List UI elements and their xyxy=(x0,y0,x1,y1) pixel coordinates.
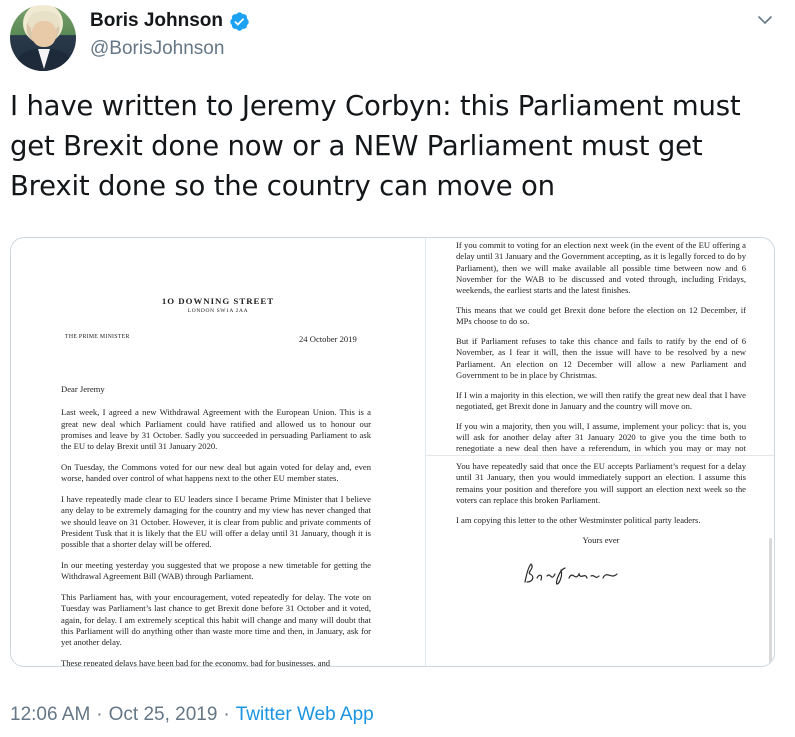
letter-paragraph: This means that we could get Brexit done… xyxy=(456,304,746,327)
tweet-time[interactable]: 12:06 AM xyxy=(10,704,90,726)
letterhead: 1O DOWNING STREET LONDON SW1A 2AA xyxy=(11,296,425,314)
media-scrollbar[interactable] xyxy=(769,538,772,666)
letter-paragraph: But if Parliament refuses to take this c… xyxy=(456,336,746,380)
letter-page-right: If you commit to voting for an election … xyxy=(426,238,774,666)
tweet-source-link[interactable]: Twitter Web App xyxy=(236,704,374,726)
letterhead-address: LONDON SW1A 2AA xyxy=(187,308,249,314)
letter-paragraph: If I win a majority in this election, we… xyxy=(456,389,746,412)
tweet-media-letter[interactable]: 1O DOWNING STREET LONDON SW1A 2AA THE PR… xyxy=(10,237,775,667)
letter-body-right-bottom: You have repeatedly said that once the E… xyxy=(456,461,746,556)
avatar-face xyxy=(32,21,56,47)
chevron-down-icon[interactable] xyxy=(757,12,773,28)
profile-avatar[interactable] xyxy=(10,5,76,71)
letter-paragraph: You have repeatedly said that once the E… xyxy=(456,461,746,505)
letter-paragraph: If you win a majority, then you will, I … xyxy=(456,420,746,455)
letter-paragraph: In our meeting yesterday you suggested t… xyxy=(61,560,371,582)
author-display-name[interactable]: Boris Johnson xyxy=(90,10,223,32)
tweet-meta: 12:06 AM · Oct 25, 2019 · Twitter Web Ap… xyxy=(10,704,374,726)
tweet-text: I have written to Jeremy Corbyn: this Pa… xyxy=(10,90,741,202)
letter-paragraph: I have repeatedly made clear to EU leade… xyxy=(61,494,371,550)
letter-paragraph: Last week, I agreed a new Withdrawal Agr… xyxy=(61,407,371,452)
letter-body-left: Dear Jeremy Last week, I agreed a new Wi… xyxy=(61,384,371,667)
letter-paragraph: On Tuesday, the Commons voted for our ne… xyxy=(61,461,371,484)
letter-paragraph: These repeated delays have been bad for … xyxy=(61,658,331,667)
letter-sign-off: Yours ever xyxy=(582,535,620,546)
meta-separator: · xyxy=(96,704,103,725)
handwritten-signature xyxy=(524,563,618,585)
letter-body-right-top: If you commit to voting for an election … xyxy=(456,240,746,463)
letter-paragraph: I am copying this letter to the other We… xyxy=(456,515,701,526)
letter-page-left: 1O DOWNING STREET LONDON SW1A 2AA THE PR… xyxy=(11,238,426,666)
page-divider xyxy=(426,455,774,456)
letter-paragraph: This Parliament has, with your encourage… xyxy=(61,592,371,648)
letter-date: 24 October 2019 xyxy=(299,334,357,344)
meta-separator: · xyxy=(223,704,230,725)
letter-salutation: Dear Jeremy xyxy=(61,384,105,394)
verified-badge-icon xyxy=(230,11,249,31)
tweet-date[interactable]: Oct 25, 2019 xyxy=(109,704,218,726)
author-handle[interactable]: @BorisJohnson xyxy=(90,38,224,60)
author-name-row: Boris Johnson xyxy=(90,10,250,32)
letter-paragraph: If you commit to voting for an election … xyxy=(456,240,746,296)
prime-minister-label: THE PRIME MINISTER xyxy=(65,334,130,340)
letterhead-title: 1O DOWNING STREET xyxy=(161,296,275,306)
